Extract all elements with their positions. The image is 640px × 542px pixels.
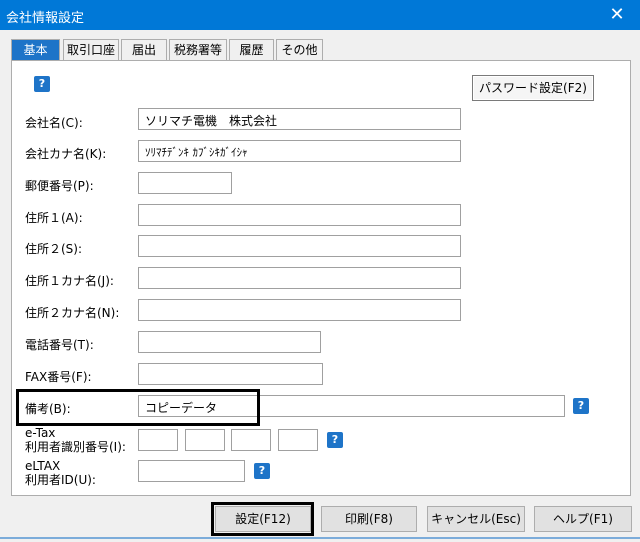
eltax-label: eLTAX 利用者ID(U): — [25, 459, 96, 487]
eltax-help-icon[interactable]: ? — [254, 463, 270, 479]
address1-label: 住所１(A): — [25, 211, 83, 225]
fax-input[interactable] — [138, 363, 323, 385]
help-button[interactable]: ヘルプ(F1) — [534, 506, 632, 532]
company-name-label: 会社名(C): — [25, 116, 83, 130]
tab-bank-account[interactable]: 取引口座 — [63, 39, 119, 61]
address2-label: 住所２(S): — [25, 242, 83, 256]
password-settings-button[interactable]: パスワード設定(F2) — [472, 75, 594, 101]
etax-id-part3[interactable] — [231, 429, 271, 451]
etax-id-part4[interactable] — [278, 429, 318, 451]
etax-help-icon[interactable]: ? — [327, 432, 343, 448]
tab-history[interactable]: 履歴 — [229, 39, 274, 61]
tab-basic[interactable]: 基本 — [11, 39, 60, 62]
remarks-highlight-frame — [16, 389, 260, 426]
address1-kana-label: 住所１カナ名(J): — [25, 274, 114, 288]
print-button[interactable]: 印刷(F8) — [321, 506, 417, 532]
address1-input[interactable] — [138, 204, 461, 226]
etax-id-part1[interactable] — [138, 429, 178, 451]
help-icon[interactable]: ? — [34, 76, 50, 92]
fax-label: FAX番号(F): — [25, 370, 92, 384]
address2-kana-label: 住所２カナ名(N): — [25, 306, 120, 320]
company-kana-label: 会社カナ名(K): — [25, 147, 107, 161]
etax-label: e-Tax 利用者識別番号(I): — [25, 426, 126, 454]
company-kana-input[interactable]: ｿﾘﾏﾁﾃﾞﾝｷ ｶﾌﾞｼｷｶﾞｲｼｬ — [138, 140, 461, 162]
address2-kana-input[interactable] — [138, 299, 461, 321]
postal-code-input[interactable] — [138, 172, 232, 194]
address2-input[interactable] — [138, 235, 461, 257]
eltax-id-input[interactable] — [138, 460, 245, 482]
cancel-button[interactable]: キャンセル(Esc) — [427, 506, 525, 532]
phone-input[interactable] — [138, 331, 321, 353]
phone-label: 電話番号(T): — [25, 338, 94, 352]
bottom-border — [0, 537, 640, 539]
address1-kana-input[interactable] — [138, 267, 461, 289]
etax-id-part2[interactable] — [185, 429, 225, 451]
window-title: 会社情報設定 — [6, 11, 85, 26]
title-bar: 会社情報設定 ✕ — [0, 0, 640, 30]
settings-highlight-frame — [211, 502, 314, 536]
close-icon[interactable]: ✕ — [594, 0, 640, 30]
tab-tax-office[interactable]: 税務署等 — [169, 39, 227, 61]
tab-notification[interactable]: 届出 — [121, 39, 167, 61]
postal-code-label: 郵便番号(P): — [25, 179, 94, 193]
tab-other[interactable]: その他 — [276, 39, 323, 61]
remarks-help-icon[interactable]: ? — [573, 398, 589, 414]
company-name-input[interactable]: ソリマチ電機 株式会社 — [138, 108, 461, 130]
